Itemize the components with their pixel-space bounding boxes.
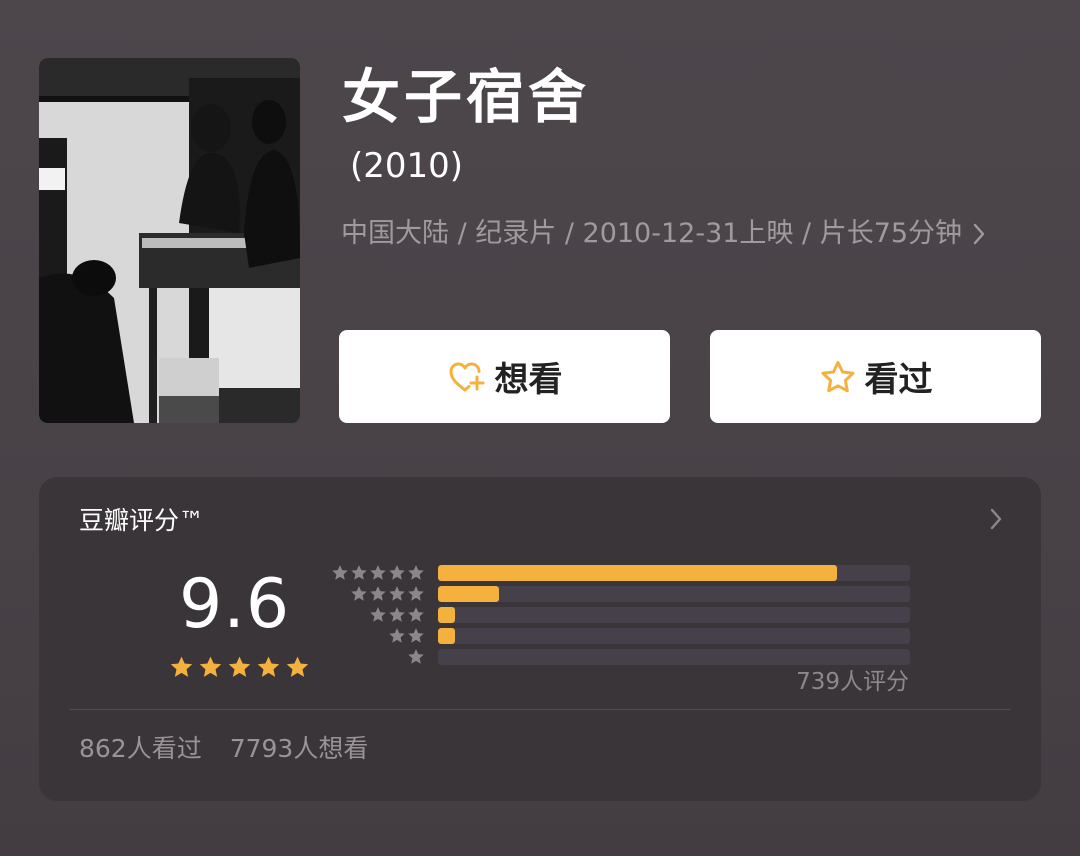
star-icon — [370, 607, 386, 622]
douban-rating-card[interactable]: 豆瓣评分™ 9.6 739人评分 862人看过 7793人想看 — [39, 477, 1041, 801]
movie-year: (2010) — [350, 146, 464, 186]
distribution-bar-fill — [438, 586, 500, 602]
star-icon — [199, 656, 222, 677]
distribution-stars-5 — [331, 564, 425, 582]
want-to-watch-button[interactable]: 想看 — [339, 330, 670, 423]
star-icon — [351, 565, 367, 580]
star-outline-icon — [819, 359, 857, 395]
star-icon — [370, 565, 386, 580]
score-stars — [169, 655, 310, 680]
watched-button[interactable]: 看过 — [710, 330, 1041, 423]
seen-count[interactable]: 862人看过 — [79, 733, 202, 765]
want-count[interactable]: 7793人想看 — [230, 733, 369, 765]
star-icon — [257, 656, 280, 677]
star-icon — [408, 586, 424, 601]
star-icon — [170, 656, 193, 677]
distribution-bar-fill — [438, 628, 455, 644]
chevron-right-icon[interactable] — [989, 507, 1003, 535]
distribution-bar-2 — [438, 628, 910, 644]
star-icon — [370, 586, 386, 601]
star-icon — [228, 656, 251, 677]
star-icon — [389, 628, 405, 643]
star-icon — [389, 565, 405, 580]
star-icon — [389, 607, 405, 622]
star-icon — [408, 628, 424, 643]
want-label: 想看 — [494, 360, 563, 400]
movie-poster[interactable] — [39, 58, 300, 423]
seen-label: 看过 — [864, 360, 933, 400]
star-icon — [351, 586, 367, 601]
distribution-stars-1 — [407, 648, 425, 666]
chevron-right-icon — [972, 222, 986, 246]
distribution-bar-5 — [438, 565, 910, 581]
distribution-bar-1 — [438, 649, 910, 665]
distribution-bar-fill — [438, 607, 455, 623]
star-icon — [408, 607, 424, 622]
distribution-stars-2 — [388, 627, 425, 645]
distribution-bar-3 — [438, 607, 910, 623]
heart-plus-icon — [447, 359, 487, 395]
star-icon — [332, 565, 348, 580]
star-icon — [408, 565, 424, 580]
rating-heading: 豆瓣评分™ — [79, 506, 205, 535]
poster-image — [39, 58, 300, 423]
movie-meta-text: 中国大陆 / 纪录片 / 2010-12-31上映 / 片长75分钟 — [341, 218, 963, 249]
star-icon — [389, 586, 405, 601]
rating-score: 9.6 — [179, 565, 291, 644]
movie-title: 女子宿舍 — [342, 63, 591, 131]
star-icon — [286, 656, 309, 677]
star-icon — [408, 649, 424, 664]
distribution-bar-fill — [438, 565, 837, 581]
watch-stats: 862人看过 7793人想看 — [79, 733, 368, 765]
divider — [69, 709, 1011, 710]
distribution-bar-4 — [438, 586, 910, 602]
distribution-stars-4 — [350, 585, 425, 603]
movie-meta-link[interactable]: 中国大陆 / 纪录片 / 2010-12-31上映 / 片长75分钟 — [341, 214, 986, 254]
movie-detail-page: 女子宿舍 (2010) 中国大陆 / 纪录片 / 2010-12-31上映 / … — [0, 0, 1080, 856]
distribution-stars-3 — [369, 606, 425, 624]
raters-count: 739人评分 — [796, 669, 909, 695]
